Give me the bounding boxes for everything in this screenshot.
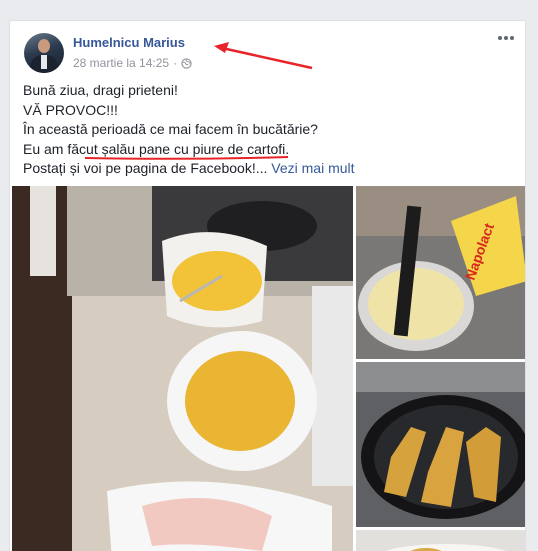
post-line: În această perioadă ce mai facem în bucă… (23, 121, 318, 137)
potatoes-photo-illustration: Napolact (356, 186, 525, 359)
post-text: Bună ziua, dragi prieteni! VĂ PROVOC!!! … (23, 81, 513, 179)
author-name[interactable]: Humelnicu Marius (73, 35, 185, 50)
post-card: Humelnicu Marius 28 martie la 14:25 · Bu… (9, 20, 526, 551)
photo-main-breading[interactable] (12, 186, 353, 551)
post-meta: 28 martie la 14:25 · (73, 56, 192, 70)
post-line-last: Postați și voi pe pagina de Facebook!...… (23, 160, 355, 176)
red-underline-annotation (85, 156, 288, 160)
more-options-icon[interactable] (497, 33, 515, 43)
photo-frying-pan[interactable] (356, 362, 525, 527)
plated-dish-photo-illustration (356, 530, 525, 551)
post-line: Bună ziua, dragi prieteni! (23, 82, 178, 98)
frying-pan-photo-illustration (356, 362, 525, 527)
post-timestamp[interactable]: 28 martie la 14:25 (73, 56, 169, 70)
photo-potatoes[interactable]: Napolact (356, 186, 525, 359)
author-avatar[interactable] (24, 33, 64, 73)
breading-photo-illustration (12, 186, 353, 551)
photo-plated-dish[interactable] (356, 530, 525, 551)
see-more-link[interactable]: Vezi mai mult (271, 160, 354, 176)
globe-icon[interactable] (181, 57, 192, 69)
post-line: VĂ PROVOC!!! (23, 101, 118, 118)
